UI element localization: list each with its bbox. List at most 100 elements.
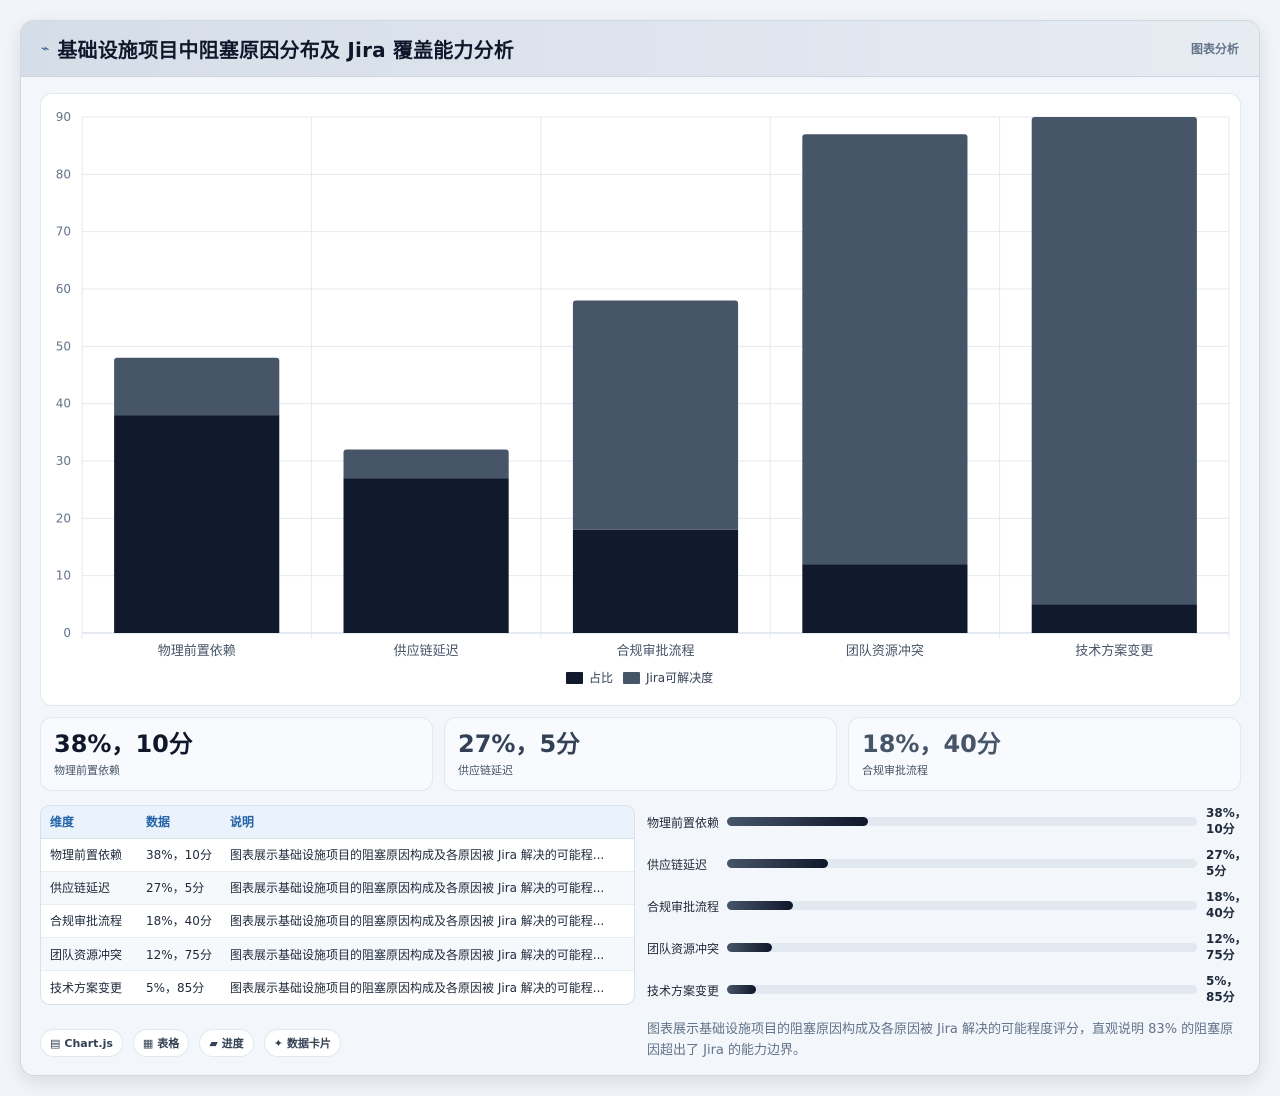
table-cell: 物理前置依赖 (41, 838, 137, 872)
table-header-row: 维度 数据 说明 (41, 806, 634, 839)
chip-label: 数据卡片 (287, 1037, 332, 1050)
bar (572, 529, 739, 633)
table-cell: 图表展示基础设施项目的阻塞原因构成及各原因被 Jira 解决的可能程... (230, 981, 605, 996)
table-cell: 团队资源冲突 (41, 937, 137, 972)
title-wrap: ⌁ 基础设施项目中阻塞原因分布及 Jira 覆盖能力分析 (41, 34, 514, 63)
table-row: 物理前置依赖 38%，10分 图表展示基础设施项目的阻塞原因构成及各原因被 Ji… (41, 838, 634, 872)
dashboard-window: ⌁ 基础设施项目中阻塞原因分布及 Jira 覆盖能力分析 图表分析 0 10 20 3… (20, 20, 1260, 1076)
chip-cards: ✦ 数据卡片 (263, 1029, 342, 1057)
bar (114, 415, 280, 633)
progress-track (727, 985, 1197, 994)
y-tick-label: 40 (56, 397, 71, 411)
stat-label: 合规审批流程 (862, 764, 928, 777)
y-tick-label: 90 (56, 110, 71, 124)
progress-value: 38%，10分 (1206, 806, 1247, 836)
col-header: 数据 (137, 806, 221, 839)
header-bar: ⌁ 基础设施项目中阻塞原因分布及 Jira 覆盖能力分析 图表分析 (21, 21, 1259, 77)
table-cell: 图表展示基础设施项目的阻塞原因构成及各原因被 Jira 解决的可能程... (221, 838, 634, 872)
y-tick-label: 80 (56, 167, 71, 181)
progress-value: 5%，85分 (1206, 974, 1239, 1004)
progress-fill (727, 859, 829, 868)
table-cell: 12%，75分 (137, 937, 221, 972)
x-tick-label: 合规审批流程 (616, 644, 694, 659)
stacked-bar-chart: 0 10 20 30 40 50 60 70 80 90 物理前置依赖 供应链延迟 合规审批流程 团队资源… (56, 110, 1230, 685)
stat-label: 物理前置依赖 (54, 764, 120, 777)
progress-label: 合规审批流程 (647, 900, 720, 914)
chip-chartjs: ▤ Chart.js (40, 1029, 123, 1057)
page-title: 基础设施项目中阻塞原因分布及 Jira 覆盖能力分析 (57, 38, 515, 62)
bar (114, 357, 280, 416)
x-tick-label: 物理前置依赖 (158, 643, 236, 659)
bar (1031, 117, 1197, 605)
progress-fill (727, 817, 868, 826)
header-tag: 图表分析 (1190, 42, 1239, 56)
x-tick-label: 供应链延迟 (394, 643, 459, 659)
col-header: 维度 (41, 806, 137, 839)
chart-card: 0 10 20 30 40 50 60 70 80 90 物理前置依赖 供应链延迟 合规审批流程 团队资源… (40, 93, 1241, 706)
progress-track (727, 943, 1197, 952)
y-tick-label: 20 (56, 511, 71, 525)
progress-value: 12%，75分 (1206, 932, 1247, 962)
legend-label: Jira可解决度 (645, 670, 713, 685)
data-table-card: 维度 数据 说明 物理前置依赖 38%，10分 图表展示基础设施项目的阻塞原因构… (40, 805, 635, 1005)
trend-icon: ⌁ (41, 40, 50, 57)
table-cell: 技术方案变更 (50, 981, 123, 996)
table-cell: 合规审批流程 (41, 904, 137, 939)
bar (802, 134, 968, 565)
stat-label: 供应链延迟 (458, 764, 513, 777)
table-cell: 38%，10分 (137, 838, 221, 872)
stat-cards: 38%，10分 物理前置依赖 27%，5分 供应链延迟 18%，40分 合规审批… (40, 717, 1241, 791)
stat-value: 18%，40分 (862, 730, 1001, 758)
progress-fill (727, 985, 757, 994)
progress-value: 27%，5分 (1206, 848, 1247, 878)
progress-row: 供应链延迟 27%，5分 (647, 847, 1247, 881)
progress-track (727, 859, 1197, 868)
progress-icon: ▰ (209, 1036, 218, 1050)
x-tick-label: 团队资源冲突 (846, 643, 924, 659)
x-tick-label: 技术方案变更 (1075, 643, 1153, 659)
chart-icon: ▤ (50, 1036, 61, 1050)
progress-row: 合规审批流程 18%，40分 (647, 889, 1247, 923)
progress-value: 18%，40分 (1206, 890, 1247, 920)
progress-row: 技术方案变更 5%，85分 (647, 973, 1241, 1007)
table-cell: 18%，40分 (137, 904, 221, 939)
table-row: 供应链延迟 27%，5分 图表展示基础设施项目的阻塞原因构成及各原因被 Jira… (41, 871, 634, 905)
footer-note: 图表展示基础设施项目的阻塞原因构成及各原因被 Jira 解决的可能程度评分，直观… (647, 1022, 1234, 1058)
bar (802, 564, 968, 633)
progress-track (727, 901, 1197, 910)
stat-card: 18%，40分 合规审批流程 (848, 717, 1241, 791)
y-tick-label: 60 (56, 282, 71, 296)
table-cell: 图表展示基础设施项目的阻塞原因构成及各原因被 Jira 解决的可能程... (221, 937, 634, 972)
table-cell: 图表展示基础设施项目的阻塞原因构成及各原因被 Jira 解决的可能程... (221, 904, 634, 939)
y-tick-label: 30 (56, 454, 71, 468)
progress-row: 物理前置依赖 38%，10分 (647, 805, 1247, 839)
bar (1031, 604, 1197, 633)
legend-label: 占比 (589, 670, 613, 685)
stat-card: 38%，10分 物理前置依赖 (40, 717, 433, 791)
table-cell: 5%，85分 (146, 981, 205, 996)
table-cell: 供应链延迟 (41, 871, 137, 905)
tech-chips: ▤ Chart.js ▦ 表格 ▰ 进度 ✦ 数据卡片 (40, 1029, 342, 1057)
y-tick-label: 10 (56, 569, 71, 583)
chip-label: Chart.js (64, 1036, 113, 1050)
y-tick-label: 50 (56, 339, 71, 353)
bar (343, 449, 509, 479)
bar (572, 300, 739, 530)
y-tick-label: 70 (56, 225, 71, 239)
chip-progress: ▰ 进度 (199, 1029, 254, 1057)
table-row: 团队资源冲突 12%，75分 图表展示基础设施项目的阻塞原因构成及各原因被 Ji… (41, 937, 634, 972)
table-icon: ▦ (142, 1036, 154, 1050)
progress-label: 供应链延迟 (647, 858, 708, 872)
table-row: 合规审批流程 18%，40分 图表展示基础设施项目的阻塞原因构成及各原因被 Ji… (41, 904, 634, 939)
chip-label: 表格 (157, 1037, 180, 1050)
col-header: 说明 (221, 806, 634, 839)
bar (343, 478, 509, 633)
table-cell: 27%，5分 (137, 871, 221, 905)
progress-label: 团队资源冲突 (647, 942, 720, 956)
sparkle-icon: ✦ (273, 1036, 284, 1050)
legend-swatch (566, 672, 583, 684)
chip-label: 进度 (221, 1037, 244, 1050)
progress-panel: 物理前置依赖 38%，10分 供应链延迟 27%，5分 合规审批流程 18%，4… (647, 805, 1247, 1007)
progress-label: 技术方案变更 (647, 984, 720, 998)
stat-value: 27%，5分 (458, 730, 581, 758)
